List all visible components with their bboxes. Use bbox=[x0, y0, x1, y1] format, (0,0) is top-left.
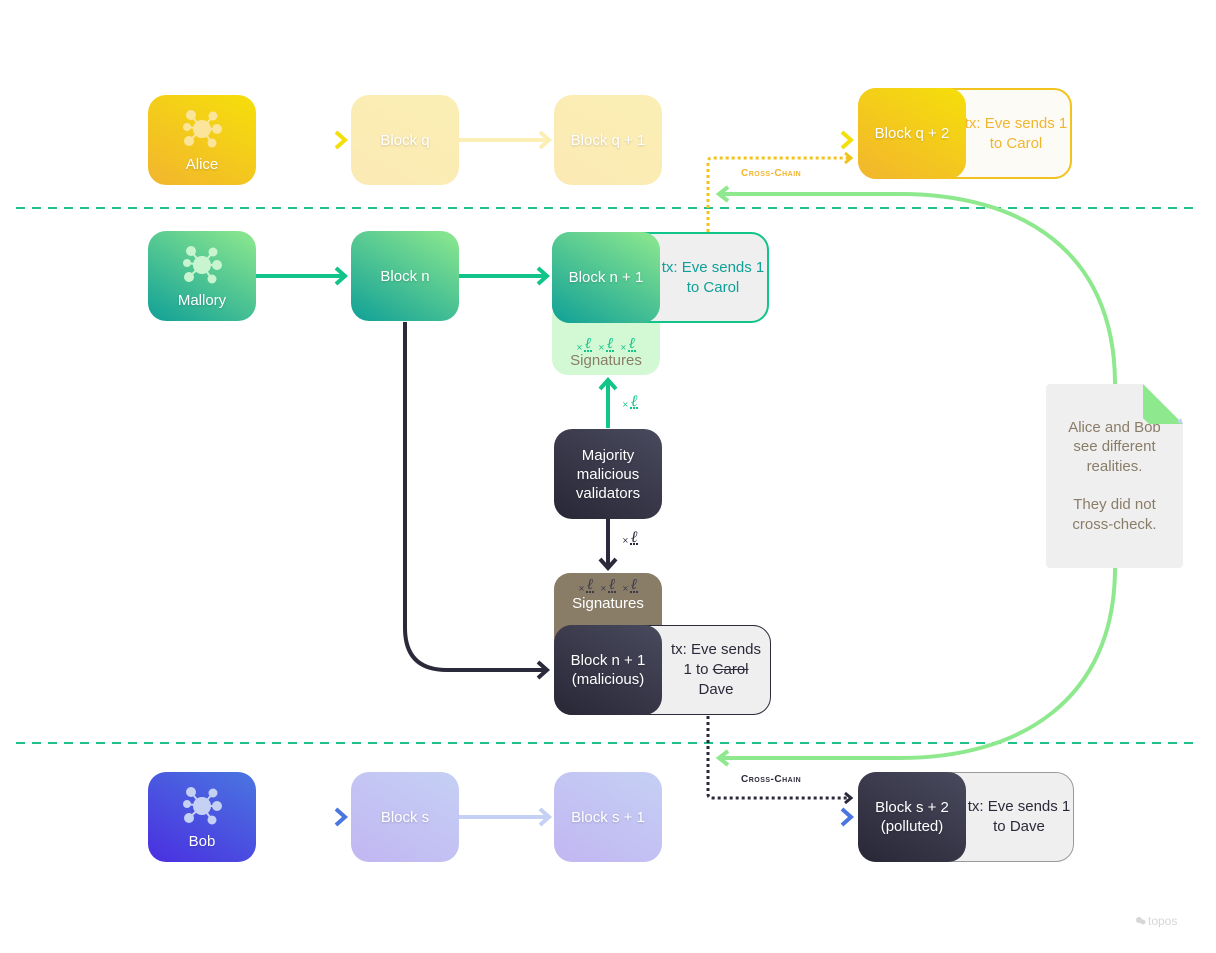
block-n-plus-1-malicious[interactable]: Block n + 1 (malicious) bbox=[554, 625, 662, 715]
network-hub-icon bbox=[183, 786, 222, 824]
arrow-block-q-to-q1 bbox=[459, 130, 553, 150]
tx-text: tx: Eve sends 1 to Carol bbox=[661, 258, 765, 296]
arrow-mallory-to-block-n bbox=[256, 266, 349, 286]
actor-mallory[interactable]: Mallory bbox=[148, 231, 256, 321]
tx-text: tx: Eve sends 1 to Carol Dave bbox=[670, 641, 762, 698]
tx-text: tx: Eve sends 1 to Carol bbox=[964, 114, 1068, 152]
majority-malicious-validators[interactable]: Majority malicious validators bbox=[554, 429, 662, 519]
block-s-plus-2-polluted[interactable]: Block s + 2 (polluted) bbox=[858, 772, 966, 862]
signature-icon: × ℓ bbox=[576, 334, 593, 352]
block-label: Block q + 1 bbox=[570, 131, 646, 149]
block-label: Block n + 1 bbox=[568, 269, 644, 286]
cross-chain-label-bob: Cross-Chain bbox=[741, 774, 802, 785]
validators-label: Majority malicious validators bbox=[575, 446, 641, 502]
signature-icon: × ℓ bbox=[621, 575, 638, 593]
signature-icon-up: × ℓ bbox=[622, 391, 639, 410]
cross-chain-label-alice: Cross-Chain bbox=[741, 168, 802, 179]
signature-icon: × ℓ bbox=[598, 334, 614, 352]
block-label: Block n bbox=[380, 267, 430, 285]
signature-icon: × ℓ bbox=[600, 575, 616, 593]
arrow-block-n-to-n1 bbox=[459, 266, 551, 286]
actor-label: Alice bbox=[185, 155, 219, 173]
arrow-block-q1-to-q2 bbox=[662, 130, 855, 150]
tx-text: tx: Eve sends 1 to Dave bbox=[967, 798, 1071, 835]
block-label-line2: (malicious) bbox=[571, 671, 645, 688]
note-fold-icon bbox=[1143, 384, 1183, 424]
arrow-block-s1-to-s2 bbox=[662, 807, 855, 827]
arrow-block-s-to-s1 bbox=[459, 807, 553, 827]
actor-label: Bob bbox=[188, 832, 216, 850]
network-hub-icon bbox=[183, 109, 222, 147]
signatures-label: Signatures bbox=[572, 595, 644, 612]
network-hub-icon bbox=[183, 245, 222, 283]
block-s[interactable]: Block s bbox=[351, 772, 459, 862]
signature-icon: × ℓ bbox=[578, 575, 595, 593]
signature-marks: × ℓ × ℓ × ℓ bbox=[576, 334, 636, 352]
note-line-1: Alice and Bob see different realities. bbox=[1068, 418, 1161, 475]
block-label: Block q bbox=[380, 131, 430, 149]
block-s-plus-1[interactable]: Block s + 1 bbox=[554, 772, 662, 862]
block-label-line1: Block n + 1 bbox=[570, 652, 646, 669]
arrow-alice-to-block-q bbox=[256, 130, 349, 150]
arrow-block-n-to-malicious bbox=[403, 322, 551, 680]
actor-label: Mallory bbox=[177, 291, 227, 309]
arrow-bob-to-block-s bbox=[256, 807, 349, 827]
logo-text: topos bbox=[1148, 914, 1178, 928]
block-n-plus-1[interactable]: Block n + 1 bbox=[552, 232, 660, 323]
topos-logo-icon bbox=[1136, 917, 1146, 925]
block-n[interactable]: Block n bbox=[351, 231, 459, 321]
arrow-validators-to-malicious-signatures bbox=[598, 519, 618, 572]
signature-icon-down: × ℓ bbox=[622, 527, 639, 546]
signatures-label: Signatures bbox=[570, 352, 642, 369]
block-q-plus-1[interactable]: Block q + 1 bbox=[554, 95, 662, 185]
actor-bob[interactable]: Bob bbox=[148, 772, 256, 862]
struck-recipient: Carol bbox=[712, 661, 749, 678]
actor-alice[interactable]: Alice bbox=[148, 95, 256, 185]
topos-logo: topos bbox=[1136, 914, 1177, 928]
signature-icon: × ℓ bbox=[619, 334, 636, 352]
block-label: Block s + 1 bbox=[571, 808, 645, 826]
arrow-validators-to-signatures bbox=[598, 376, 618, 428]
block-label: Block q + 2 bbox=[874, 125, 950, 142]
block-label-line1: Block s + 2 bbox=[875, 799, 949, 816]
block-label: Block s bbox=[380, 808, 430, 826]
signature-marks: × ℓ × ℓ × ℓ bbox=[578, 575, 638, 593]
block-q[interactable]: Block q bbox=[351, 95, 459, 185]
block-q-plus-2[interactable]: Block q + 2 bbox=[858, 88, 966, 179]
block-label-line2: (polluted) bbox=[880, 818, 944, 835]
note-line-2: They did not cross-check. bbox=[1072, 496, 1157, 533]
